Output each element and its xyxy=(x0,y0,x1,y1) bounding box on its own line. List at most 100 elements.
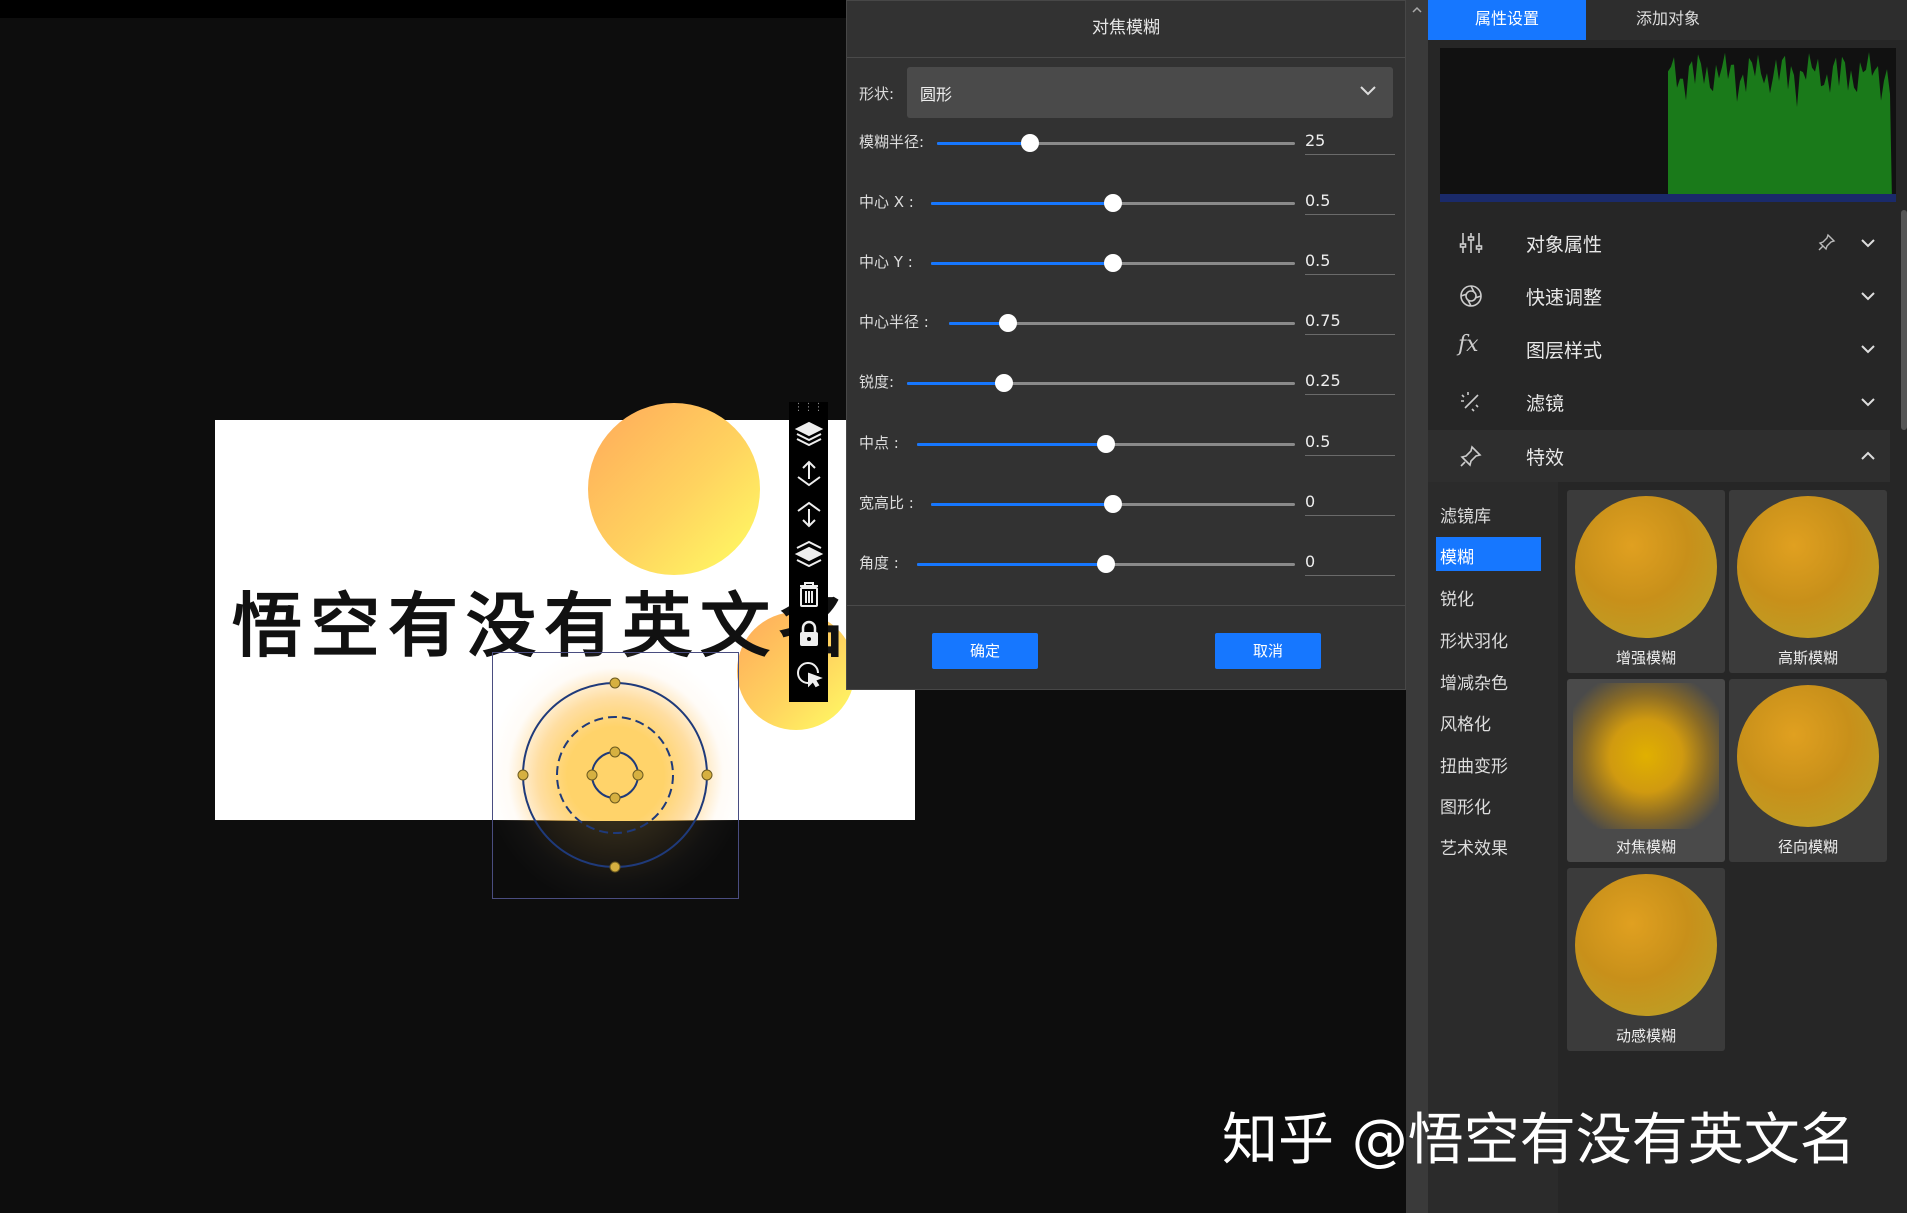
effect-label: 径向模糊 xyxy=(1777,838,1838,856)
shape-label: 形状: xyxy=(859,85,895,103)
slider-thumb[interactable] xyxy=(1021,134,1040,152)
effect-thumb[interactable]: 高斯模糊 xyxy=(1729,490,1887,673)
top-bar xyxy=(0,0,850,18)
section-object-properties[interactable]: 对象属性 xyxy=(1428,217,1890,269)
layers-icon[interactable] xyxy=(789,414,828,454)
histogram xyxy=(1440,48,1896,202)
section-effects[interactable]: 特效 xyxy=(1428,430,1890,482)
layer-toolbar: ⋮⋮⋮ xyxy=(789,402,828,702)
chevron-down-icon[interactable] xyxy=(1858,339,1878,359)
histogram-green-channel xyxy=(1668,52,1892,202)
slider-label: 角度 : xyxy=(859,554,899,572)
slider-track[interactable] xyxy=(949,314,1295,332)
category-item[interactable]: 形状羽化 xyxy=(1440,627,1508,652)
tab-add-object[interactable]: 添加对象 xyxy=(1588,0,1748,40)
slider-track[interactable] xyxy=(907,374,1295,392)
aperture-icon xyxy=(1460,285,1482,307)
slider-label: 模糊半径: xyxy=(859,133,925,151)
slider-value-input[interactable]: 0.25 xyxy=(1305,371,1395,395)
confirm-button[interactable]: 确定 xyxy=(932,633,1038,669)
focus-blur-selection[interactable] xyxy=(492,652,739,899)
pin-icon[interactable] xyxy=(1818,233,1836,251)
slider-label: 中心半径 : xyxy=(859,313,929,331)
bring-forward-icon[interactable] xyxy=(789,454,828,494)
scroll-up-icon[interactable] xyxy=(1411,4,1423,16)
shape-select[interactable]: 圆形 xyxy=(907,67,1393,118)
orange-circle-large[interactable] xyxy=(588,403,760,575)
slider-track[interactable] xyxy=(931,495,1295,513)
chevron-up-icon[interactable] xyxy=(1858,446,1878,466)
effect-label: 对焦模糊 xyxy=(1615,838,1676,856)
histogram-graph xyxy=(1440,52,1896,202)
section-quick-adjust[interactable]: 快速调整 xyxy=(1428,270,1890,322)
slider-label: 锐度: xyxy=(859,373,895,391)
category-item[interactable]: 模糊 xyxy=(1440,543,1474,568)
slider-track[interactable] xyxy=(917,555,1295,573)
slider-track[interactable] xyxy=(931,254,1295,272)
slider-thumb[interactable] xyxy=(1097,555,1115,573)
slider-value-input[interactable]: 0 xyxy=(1305,552,1395,576)
effect-thumb[interactable]: 增强模糊 xyxy=(1567,490,1725,673)
slider-track[interactable] xyxy=(937,134,1295,152)
category-item[interactable]: 锐化 xyxy=(1440,585,1474,610)
cancel-button[interactable]: 取消 xyxy=(1215,633,1321,669)
focus-blur-handles[interactable] xyxy=(493,653,738,898)
section-filter[interactable]: 滤镜 xyxy=(1428,376,1890,428)
slider-label: 宽高比 : xyxy=(859,494,914,512)
slider-value-input[interactable]: 25 xyxy=(1305,131,1395,155)
lock-icon[interactable] xyxy=(789,614,828,654)
panel-scrollbar[interactable] xyxy=(1901,210,1907,430)
category-item[interactable]: 滤镜库 xyxy=(1440,502,1491,527)
vertical-scrollbar[interactable] xyxy=(1406,0,1428,1213)
slider-label: 中点 : xyxy=(859,434,899,452)
slider-track[interactable] xyxy=(917,435,1295,453)
slider-fill xyxy=(931,262,1113,265)
slider-thumb[interactable] xyxy=(1104,194,1122,212)
slider-fill xyxy=(907,382,1004,385)
send-backward-icon[interactable] xyxy=(789,494,828,534)
category-item[interactable]: 图形化 xyxy=(1440,793,1491,818)
effect-preview xyxy=(1737,496,1879,638)
trash-icon[interactable] xyxy=(789,574,828,614)
slider-value-input[interactable]: 0.5 xyxy=(1305,432,1395,456)
category-item[interactable]: 扭曲变形 xyxy=(1440,752,1508,777)
category-item[interactable]: 增减杂色 xyxy=(1440,669,1508,694)
drag-handle-icon[interactable]: ⋮⋮⋮ xyxy=(789,402,828,414)
slider-thumb[interactable] xyxy=(998,314,1017,332)
category-item[interactable]: 风格化 xyxy=(1440,710,1491,735)
effect-thumb-selected[interactable]: 对焦模糊 xyxy=(1567,679,1725,862)
tab-properties[interactable]: 属性设置 xyxy=(1428,0,1586,40)
slider-value-input[interactable]: 0.5 xyxy=(1305,191,1395,215)
effect-label: 高斯模糊 xyxy=(1777,649,1838,667)
chevron-down-icon[interactable] xyxy=(1858,286,1878,306)
slider-thumb[interactable] xyxy=(995,374,1013,392)
pin-wand-icon xyxy=(1460,445,1482,467)
chevron-down-icon[interactable] xyxy=(1858,392,1878,412)
histogram-blue-channel xyxy=(1440,194,1896,202)
effect-preview xyxy=(1575,496,1717,638)
sliders-icon xyxy=(1459,233,1483,253)
chevron-down-icon[interactable] xyxy=(1858,233,1878,253)
slider-thumb[interactable] xyxy=(1104,495,1122,513)
effect-thumb[interactable]: 动感模糊 xyxy=(1567,868,1725,1051)
slider-value-input[interactable]: 0.75 xyxy=(1305,311,1395,335)
section-label: 对象属性 xyxy=(1526,234,1603,256)
slider-thumb[interactable] xyxy=(1104,254,1122,272)
select-cursor-icon[interactable] xyxy=(789,654,828,694)
effect-thumb[interactable]: 径向模糊 xyxy=(1729,679,1887,862)
slider-value-input[interactable]: 0.5 xyxy=(1305,251,1395,275)
slider-track[interactable] xyxy=(931,194,1295,212)
category-item[interactable]: 艺术效果 xyxy=(1440,834,1508,859)
fx-icon: fx xyxy=(1458,332,1479,357)
effect-preview xyxy=(1575,874,1717,1016)
dialog-divider xyxy=(847,605,1405,606)
section-label: 特效 xyxy=(1526,447,1565,469)
watermark: 知乎 @悟空有没有英文名 xyxy=(1222,1108,1856,1173)
slider-fill xyxy=(937,142,1031,145)
layer-stack-icon[interactable] xyxy=(789,534,828,574)
section-layer-style[interactable]: fx 图层样式 xyxy=(1428,323,1890,375)
section-label: 图层样式 xyxy=(1526,340,1603,362)
slider-thumb[interactable] xyxy=(1097,435,1115,453)
slider-value-input[interactable]: 0 xyxy=(1305,492,1395,516)
slider-label: 中心 X : xyxy=(859,193,914,211)
